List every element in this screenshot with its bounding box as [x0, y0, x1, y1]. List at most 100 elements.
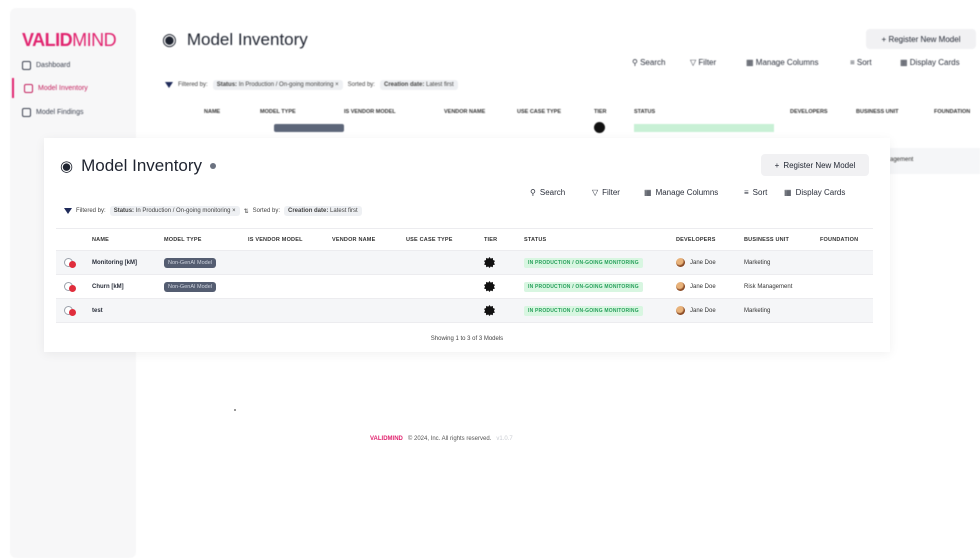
tier-cell	[484, 298, 524, 323]
table-header-row: NAME MODEL TYPE IS VENDOR MODEL VENDOR N…	[56, 228, 873, 251]
is-vendor-model-cell	[248, 298, 332, 323]
sidebar-item-label: Dashboard	[36, 61, 71, 69]
table-row[interactable]: Churn [kM] Non-GenAI Model IN PRODUCTION…	[56, 274, 873, 299]
status-filter-value: In Production / On-going monitoring	[135, 208, 231, 214]
vendor-name-cell	[332, 274, 406, 299]
remove-filter-icon[interactable]: ×	[232, 208, 236, 214]
sidebar-item-dashboard[interactable]: Dashboard	[12, 55, 132, 75]
background-register-button[interactable]: + Register New Model	[866, 29, 976, 49]
sort-label: Sort	[752, 188, 768, 197]
use-case-type-cell	[406, 250, 484, 275]
plus-icon: +	[774, 160, 780, 170]
background-search-label: Search	[640, 58, 666, 67]
column-header-model-type[interactable]: MODEL TYPE	[164, 228, 248, 251]
developer-name: Jane Doe	[690, 283, 716, 290]
model-type-cell	[164, 298, 248, 323]
footer-logo: VALIDMIND	[370, 436, 403, 442]
table-row[interactable]: Monitoring [kM] Non-GenAI Model IN PRODU…	[56, 250, 873, 275]
background-page-title: ◉ Model Inventory	[162, 30, 308, 50]
developers-cell: Jane Doe	[676, 250, 744, 275]
status-filter-chip[interactable]: Status: In Production / On-going monitor…	[212, 80, 343, 90]
model-name[interactable]: test	[92, 298, 164, 323]
column-header-name[interactable]: NAME	[92, 228, 164, 251]
sort-button[interactable]: ≡ Sort	[744, 188, 767, 197]
column-header-developers[interactable]: DEVELOPERS	[676, 228, 744, 251]
model-name[interactable]: Churn [kM]	[92, 274, 164, 299]
filter-bar: Filtered by: Status: In Production / On-…	[64, 206, 362, 216]
foundation-cell	[820, 274, 873, 299]
table-row[interactable]: test IN PRODUCTION / ON-GOING MONITORING…	[56, 298, 873, 323]
sort-value: Latest first	[330, 208, 358, 214]
model-name[interactable]: Monitoring [kM]	[92, 250, 164, 275]
page-title-text: Model Inventory	[81, 156, 203, 175]
is-vendor-model-cell	[248, 274, 332, 299]
sort-key: Creation date:	[288, 208, 329, 214]
business-unit-cell: Marketing	[744, 250, 820, 275]
tier-badge	[594, 122, 605, 133]
column-header-is-vendor-model[interactable]: IS VENDOR MODEL	[248, 228, 332, 251]
display-cards-button[interactable]: ▦ Display Cards	[784, 188, 845, 197]
columns-icon: ▦	[644, 188, 652, 197]
sort-chip[interactable]: Creation date: Latest first	[379, 80, 458, 90]
sidebar-item-model-findings[interactable]: Model Findings	[12, 102, 132, 122]
background-sort-button[interactable]: ≡ Sort	[850, 58, 872, 67]
register-new-model-button[interactable]: + Register New Model	[761, 154, 869, 176]
manage-columns-button[interactable]: ▦ Manage Columns	[644, 188, 718, 197]
display-cards-label: Display Cards	[795, 188, 846, 197]
tier-badge-icon	[484, 305, 495, 316]
filter-icon	[64, 208, 72, 214]
tier-cell	[484, 250, 524, 275]
background-search-button[interactable]: ⚲ Search	[632, 58, 665, 67]
background-filter-label: Filter	[698, 58, 717, 67]
home-icon	[22, 60, 31, 70]
status-cell: IN PRODUCTION / ON-GOING MONITORING	[524, 298, 676, 323]
model-type-cell: Non-GenAI Model	[164, 250, 248, 275]
model-type-badge: Non-GenAI Model	[164, 281, 217, 292]
column-header-foundation[interactable]: FOUNDATION	[820, 228, 873, 251]
tier-cell	[484, 274, 524, 299]
use-case-type-cell	[406, 298, 484, 323]
sort-chip[interactable]: Creation date: Latest first	[284, 206, 362, 216]
background-display-cards-button[interactable]: ▦ Display Cards	[900, 58, 960, 67]
models-icon	[24, 83, 33, 93]
row-icon-cell	[56, 274, 92, 299]
column-header-use-case-type[interactable]: USE CASE TYPE	[406, 228, 484, 251]
column-header-vendor-name[interactable]: VENDOR NAME	[332, 228, 406, 251]
use-case-type-cell	[406, 274, 484, 299]
background-filter-button[interactable]: ▽ Filter	[690, 58, 716, 67]
sidebar-item-model-inventory[interactable]: Model Inventory	[12, 78, 132, 98]
foundation-cell	[820, 298, 873, 323]
filter-label: Filter	[602, 188, 620, 197]
avatar	[676, 258, 685, 267]
column-header: BUSINESS UNIT	[856, 109, 899, 115]
business-unit-cell: Marketing	[744, 298, 820, 323]
sidebar-item-label: Model Inventory	[38, 84, 88, 92]
sorted-by-label: Sorted by:	[252, 208, 281, 214]
sort-icon: ⇅	[243, 208, 249, 215]
model-status-icon	[64, 257, 78, 268]
model-type-badge	[274, 124, 344, 132]
vendor-name-cell	[332, 298, 406, 323]
business-unit-cell: agement	[886, 148, 980, 174]
cards-icon: ▦	[784, 188, 792, 197]
foundation-cell	[820, 250, 873, 275]
status-filter-key: Status:	[113, 208, 135, 214]
column-header-status[interactable]: STATUS	[524, 228, 676, 251]
filter-button[interactable]: ▽ Filter	[592, 188, 620, 197]
model-status-icon	[64, 305, 78, 316]
footer-copyright: © 2024, Inc. All rights reserved.	[407, 436, 492, 442]
developer-name: Jane Doe	[690, 307, 716, 314]
search-button[interactable]: ⚲ Search	[530, 188, 565, 197]
filtered-by-label: Filtered by:	[76, 208, 106, 214]
developer-name: Jane Doe	[690, 259, 716, 266]
status-filter-chip[interactable]: Status: In Production / On-going monitor…	[109, 206, 240, 216]
background-manage-columns-button[interactable]: ▦ Manage Columns	[746, 58, 818, 67]
column-header: IS VENDOR MODEL	[344, 109, 396, 115]
info-icon[interactable]	[210, 163, 217, 169]
column-header-tier[interactable]: TIER	[484, 228, 524, 251]
vendor-name-cell	[332, 250, 406, 275]
background-title-text: Model Inventory	[186, 30, 308, 49]
column-header-business-unit[interactable]: BUSINESS UNIT	[744, 228, 820, 251]
tier-badge-icon	[484, 281, 495, 292]
models-table: NAME MODEL TYPE IS VENDOR MODEL VENDOR N…	[56, 228, 873, 323]
